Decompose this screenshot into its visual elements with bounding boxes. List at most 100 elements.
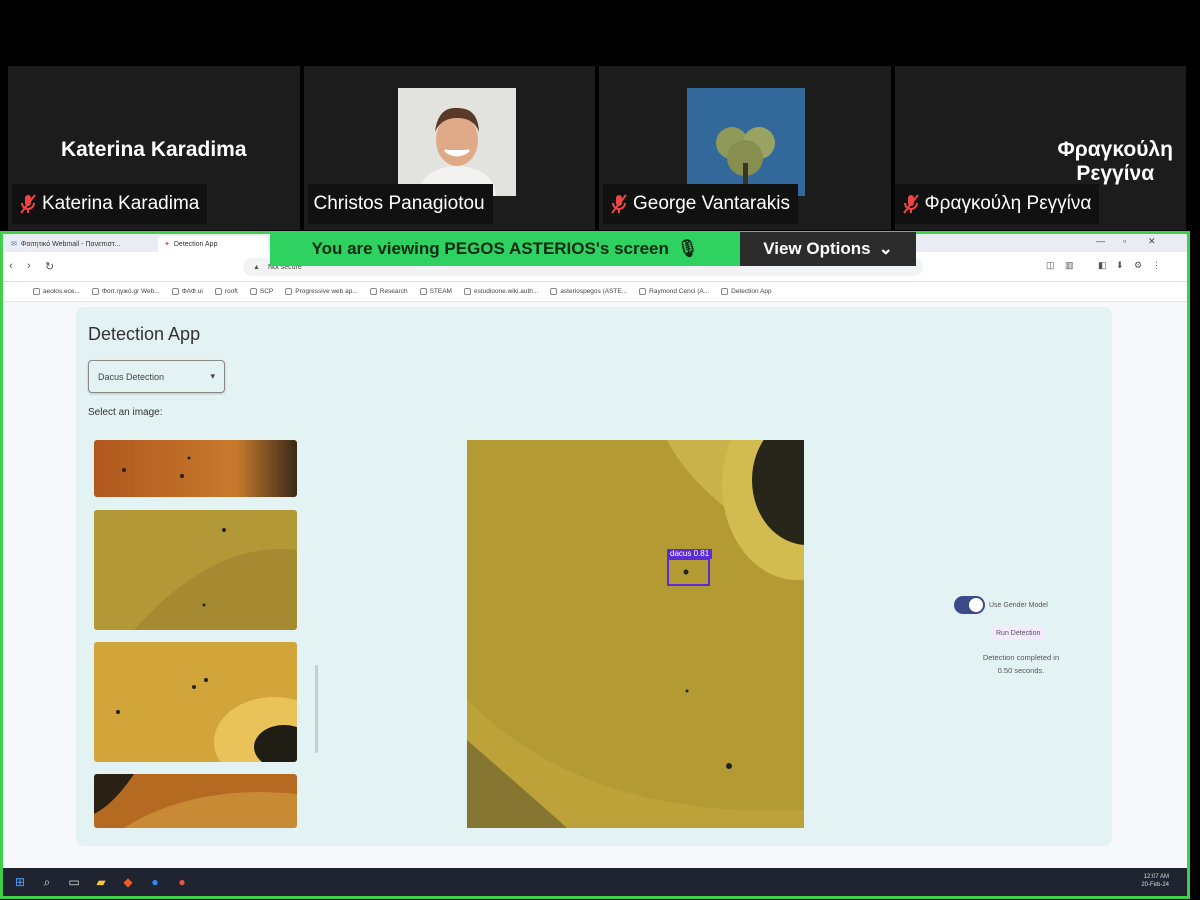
bookmark-item[interactable]: asteriospegos (ASTE...	[550, 288, 627, 295]
bookmark-item[interactable]: Detection App	[721, 288, 772, 295]
bookmark-icon	[33, 288, 40, 295]
participant-name: Φραγκούλη Ρεγγίνα	[924, 193, 1092, 214]
settings-icon[interactable]: ⚙	[1134, 260, 1142, 271]
detection-app-card: Detection App Dacus Detection ▾ Select a…	[76, 307, 1112, 846]
participant-tile-3[interactable]: George Vantarakis	[599, 66, 891, 230]
trap-photo-large	[467, 440, 804, 828]
mic-muted-icon: 🎙	[676, 239, 699, 258]
menu-icon[interactable]: ⋮	[1152, 260, 1161, 271]
detection-result-image: dacus 0.81	[467, 440, 804, 828]
bookmark-item[interactable]: estudioone.wiki.auth...	[463, 288, 538, 295]
detection-status: Detection completed in 0.50 seconds.	[982, 653, 1060, 675]
sidebar-icon[interactable]: ▥	[1065, 260, 1074, 271]
toggle-label: Use Gender Model	[989, 601, 1048, 609]
search-icon[interactable]: ⌕	[39, 874, 55, 890]
bookmark-icon	[463, 288, 471, 295]
participant-name-tag: Christos Panagiotou	[307, 184, 493, 224]
image-thumbnail-list[interactable]	[94, 440, 298, 828]
participant-tile-1[interactable]: Katerina Karadima Katerina Karadima	[8, 66, 300, 230]
downloads-icon[interactable]: ⬇	[1116, 260, 1124, 271]
participant-tile-4[interactable]: Φραγκούλη Ρεγγίνα Φραγκούλη Ρεγγίνα	[894, 66, 1186, 230]
thumbnail-image[interactable]	[94, 510, 297, 630]
dropdown-caret-icon: ▾	[210, 371, 215, 381]
folder-icon	[214, 288, 222, 295]
participant-name: Christos Panagiotou	[313, 193, 485, 214]
extensions-icon[interactable]: ◫	[1046, 260, 1055, 271]
bookmark-item[interactable]: Φοιτ.ηγικό.gr Web...	[91, 288, 160, 295]
bookmarks-bar: aeolos.ece... Φοιτ.ηγικό.gr Web... ΦΑΦ.u…	[3, 282, 1187, 302]
reload-icon[interactable]: ↻	[45, 260, 54, 273]
bookmark-folder[interactable]: rooft	[214, 288, 238, 295]
trap-photo	[94, 774, 297, 828]
thumbnail-image[interactable]	[94, 774, 297, 828]
browser-icon[interactable]: ◆	[120, 874, 136, 890]
file-explorer-icon[interactable]: ▰	[93, 874, 109, 890]
person-avatar-image	[397, 88, 516, 196]
gender-model-toggle[interactable]	[954, 596, 985, 614]
folder-icon	[171, 288, 179, 295]
participant-tile-2[interactable]: Christos Panagiotou	[303, 66, 595, 230]
zoom-icon[interactable]: ●	[147, 874, 163, 890]
participant-name-tag: Φραγκούλη Ρεγγίνα	[894, 184, 1100, 224]
minimize-icon[interactable]: —	[1096, 236, 1105, 246]
app-favicon-icon: ✦	[164, 241, 170, 248]
bookmark-folder[interactable]: STEAM	[419, 288, 452, 295]
app-icon[interactable]: ●	[174, 874, 190, 890]
view-options-button[interactable]: View Options ⌄	[740, 232, 916, 266]
folder-icon	[419, 288, 427, 295]
taskbar-clock[interactable]: 12:07 AM 20-Feb-24	[1141, 873, 1169, 889]
participant-name: Katerina Karadima	[42, 193, 200, 214]
participant-strip: Katerina Karadima Katerina Karadima Chri…	[8, 66, 1186, 230]
mic-muted-icon	[20, 194, 36, 214]
model-select[interactable]: Dacus Detection ▾	[88, 360, 225, 393]
github-icon	[550, 288, 558, 295]
app-title: Detection App	[88, 324, 201, 344]
back-icon[interactable]: ‹	[9, 260, 13, 272]
thumbnail-scrollbar[interactable]	[315, 665, 318, 753]
folder-icon	[369, 288, 377, 295]
mic-muted-icon	[611, 194, 627, 214]
participant-video-photo	[397, 88, 516, 196]
maximize-icon[interactable]: ▫	[1123, 236, 1126, 246]
screen-share-banner: You are viewing PEGOS ASTERIOS's screen …	[270, 232, 740, 266]
bookmark-icon	[285, 288, 293, 295]
participant-name-tag: Katerina Karadima	[12, 184, 208, 224]
bookmark-folder[interactable]: Research	[369, 288, 408, 295]
browser-tab-detection-app[interactable]: ✦ Detection App	[158, 236, 268, 252]
split-view-icon[interactable]: ◧	[1098, 260, 1107, 271]
participant-display-name: Katerina Karadima	[60, 138, 247, 161]
bookmark-item[interactable]: Progressive web ap...	[285, 288, 358, 295]
shared-screen: ✉ Φοιτητικό Webmail - Πανεπιστ... ✦ Dete…	[0, 231, 1190, 899]
trap-photo	[94, 510, 297, 630]
windows-taskbar: ⊞ ⌕ ▭ ▰ ◆ ● ● 12:07 AM 20-Feb-24	[3, 868, 1187, 896]
bookmark-icon	[639, 288, 647, 295]
bookmark-folder[interactable]: ΦΑΦ.ui	[171, 288, 203, 295]
participant-name-tag: George Vantarakis	[603, 184, 799, 224]
browser-tab-webmail[interactable]: ✉ Φοιτητικό Webmail - Πανεπιστ...	[5, 236, 155, 252]
model-select-value: Dacus Detection	[98, 371, 165, 382]
run-detection-button[interactable]: Run Detection	[990, 626, 1047, 640]
chevron-down-icon: ⌄	[878, 239, 893, 258]
bookmark-item[interactable]: aeolos.ece...	[33, 288, 80, 295]
forward-icon[interactable]: ›	[27, 260, 31, 272]
bookmark-folder[interactable]: SCP	[249, 288, 273, 295]
web-page: Detection App Dacus Detection ▾ Select a…	[3, 302, 1187, 872]
close-icon[interactable]: ✕	[1148, 236, 1156, 247]
trap-photo	[94, 642, 297, 762]
participant-name: George Vantarakis	[633, 193, 791, 214]
bookmark-icon	[91, 288, 99, 295]
folder-icon	[249, 288, 257, 295]
warning-icon: ▲	[253, 263, 260, 271]
windows-start-icon[interactable]: ⊞	[12, 874, 28, 890]
mic-muted-icon	[902, 194, 919, 214]
trap-photo	[94, 440, 297, 497]
thumbnail-image[interactable]	[94, 642, 297, 762]
toggle-knob	[969, 598, 983, 612]
thumbnail-image[interactable]	[94, 440, 297, 497]
app-favicon-icon	[721, 288, 729, 295]
detection-bounding-box	[667, 558, 710, 586]
bookmark-item[interactable]: Raymond Cenci (A...	[639, 288, 709, 295]
select-image-label: Select an image:	[88, 407, 163, 418]
participant-display-name: Φραγκούλη Ρεγγίνα	[1057, 138, 1173, 185]
task-view-icon[interactable]: ▭	[66, 874, 82, 890]
